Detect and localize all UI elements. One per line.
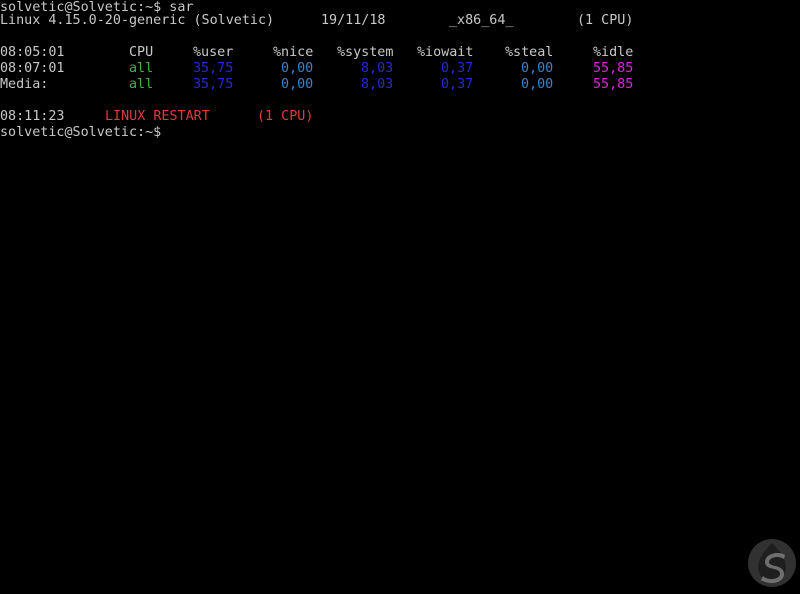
row-cpu: all	[129, 61, 154, 76]
header-time: 08:05:01	[0, 45, 65, 60]
restart-label: LINUX RESTART	[105, 109, 210, 124]
row-steal: 0,00	[521, 61, 554, 76]
row-time: Media:	[0, 77, 49, 92]
table-row: Media: all 35,75 0,00 8,03 0,37 0,00 55,…	[0, 77, 800, 93]
row-system: 8,03	[361, 61, 394, 76]
row-iowait: 0,37	[441, 77, 474, 92]
row-idle: 55,85	[593, 77, 634, 92]
prompt-line-2[interactable]: solvetic@Solvetic:~$	[0, 125, 161, 141]
row-time: 08:07:01	[0, 61, 65, 76]
terminal-window[interactable]: solvetic@Solvetic:~$ sar Linux 4.15.0-20…	[0, 0, 800, 594]
header-system: %system	[337, 45, 394, 60]
report-date: 19/11/18	[321, 13, 386, 28]
command-prompt-text: solvetic@Solvetic:~$	[0, 125, 162, 140]
row-idle: 55,85	[593, 61, 634, 76]
header-iowait: %iowait	[417, 45, 474, 60]
restart-time: 08:11:23	[0, 109, 65, 124]
header-steal: %steal	[505, 45, 554, 60]
row-nice: 0,00	[281, 61, 314, 76]
header-idle: %idle	[593, 45, 634, 60]
system-info-line: Linux 4.15.0-20-generic (Solvetic) 19/11…	[0, 13, 633, 29]
row-user: 35,75	[193, 61, 234, 76]
table-row: 08:07:01 all 35,75 0,00 8,03 0,37 0,00 5…	[0, 61, 800, 77]
header-user: %user	[193, 45, 234, 60]
kernel-info: Linux 4.15.0-20-generic (Solvetic)	[0, 13, 275, 28]
header-nice: %nice	[273, 45, 314, 60]
table-header: 08:05:01 CPU %user %nice %system %iowait…	[0, 45, 800, 61]
row-system: 8,03	[361, 77, 394, 92]
restart-cpu-count: (1 CPU)	[257, 109, 314, 124]
architecture: _x86_64_	[449, 13, 514, 28]
row-iowait: 0,37	[441, 61, 474, 76]
solvetic-logo-icon	[746, 537, 798, 589]
row-user: 35,75	[193, 77, 234, 92]
row-cpu: all	[129, 77, 154, 92]
row-steal: 0,00	[521, 77, 554, 92]
header-cpu: CPU	[129, 45, 154, 60]
row-nice: 0,00	[281, 77, 314, 92]
restart-line: 08:11:23 LINUX RESTART (1 CPU)	[0, 109, 800, 125]
cpu-count: (1 CPU)	[577, 13, 634, 28]
